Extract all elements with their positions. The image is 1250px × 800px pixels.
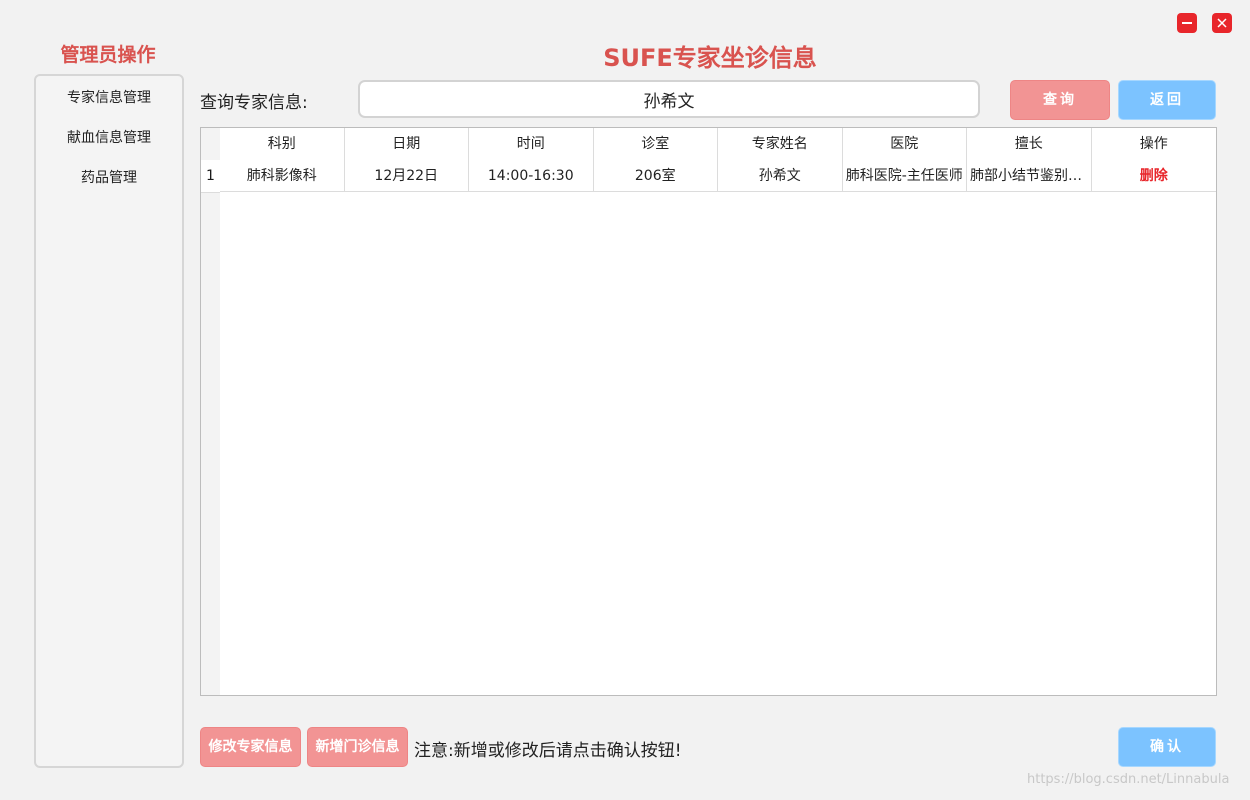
search-label: 查询专家信息: [200, 93, 308, 113]
cell-time[interactable]: 14:00-16:30 [469, 160, 594, 192]
cell-room[interactable]: 206室 [593, 160, 718, 192]
page-title: SUFE专家坐诊信息 [603, 44, 817, 72]
close-button[interactable] [1212, 13, 1232, 33]
cell-expert-name[interactable]: 孙希文 [718, 160, 843, 192]
table-grid: 科别 日期 时间 诊室 专家姓名 医院 擅长 操作 肺科影像科 12月22日 1… [220, 128, 1216, 192]
sidebar-item-expert-info[interactable]: 专家信息管理 [36, 78, 182, 118]
column-header-room[interactable]: 诊室 [594, 128, 718, 160]
confirm-button[interactable]: 确认 [1118, 727, 1216, 767]
cell-department[interactable]: 肺科影像科 [220, 160, 345, 192]
column-header-expert-name[interactable]: 专家姓名 [718, 128, 843, 160]
search-input[interactable] [358, 80, 980, 118]
notice-text: 注意:新增或修改后请点击确认按钮! [414, 741, 682, 761]
add-clinic-button[interactable]: 新增门诊信息 [307, 727, 408, 767]
table-row[interactable]: 肺科影像科 12月22日 14:00-16:30 206室 孙希文 肺科医院-主… [220, 160, 1216, 192]
sidebar-title: 管理员操作 [60, 44, 156, 66]
table-header-row: 科别 日期 时间 诊室 专家姓名 医院 擅长 操作 [220, 128, 1216, 160]
cell-hospital[interactable]: 肺科医院-主任医师 [842, 160, 967, 192]
column-header-hospital[interactable]: 医院 [843, 128, 967, 160]
cell-date[interactable]: 12月22日 [344, 160, 469, 192]
column-header-action[interactable]: 操作 [1092, 128, 1217, 160]
column-header-time[interactable]: 时间 [469, 128, 594, 160]
expert-table: 1 科别 日期 时间 诊室 专家姓名 医院 擅长 操作 肺科影像科 12月22日… [200, 127, 1217, 696]
query-button[interactable]: 查询 [1010, 80, 1110, 120]
sidebar-item-medicine[interactable]: 药品管理 [36, 158, 182, 198]
sidebar-item-blood-donation[interactable]: 献血信息管理 [36, 118, 182, 158]
watermark: https://blog.csdn.net/Linnabula [1027, 772, 1230, 787]
row-header-column [201, 128, 220, 695]
sidebar: 专家信息管理 献血信息管理 药品管理 [34, 74, 184, 768]
column-header-specialty[interactable]: 擅长 [967, 128, 1092, 160]
column-header-department[interactable]: 科别 [220, 128, 345, 160]
back-button[interactable]: 返回 [1118, 80, 1216, 120]
close-icon [1217, 18, 1227, 28]
delete-button[interactable]: 删除 [1091, 160, 1216, 192]
row-number: 1 [201, 160, 220, 193]
cell-specialty[interactable]: 肺部小结节鉴别诊断 [967, 160, 1092, 192]
minimize-button[interactable] [1177, 13, 1197, 33]
modify-expert-button[interactable]: 修改专家信息 [200, 727, 301, 767]
minimize-icon [1182, 22, 1192, 24]
column-header-date[interactable]: 日期 [345, 128, 469, 160]
